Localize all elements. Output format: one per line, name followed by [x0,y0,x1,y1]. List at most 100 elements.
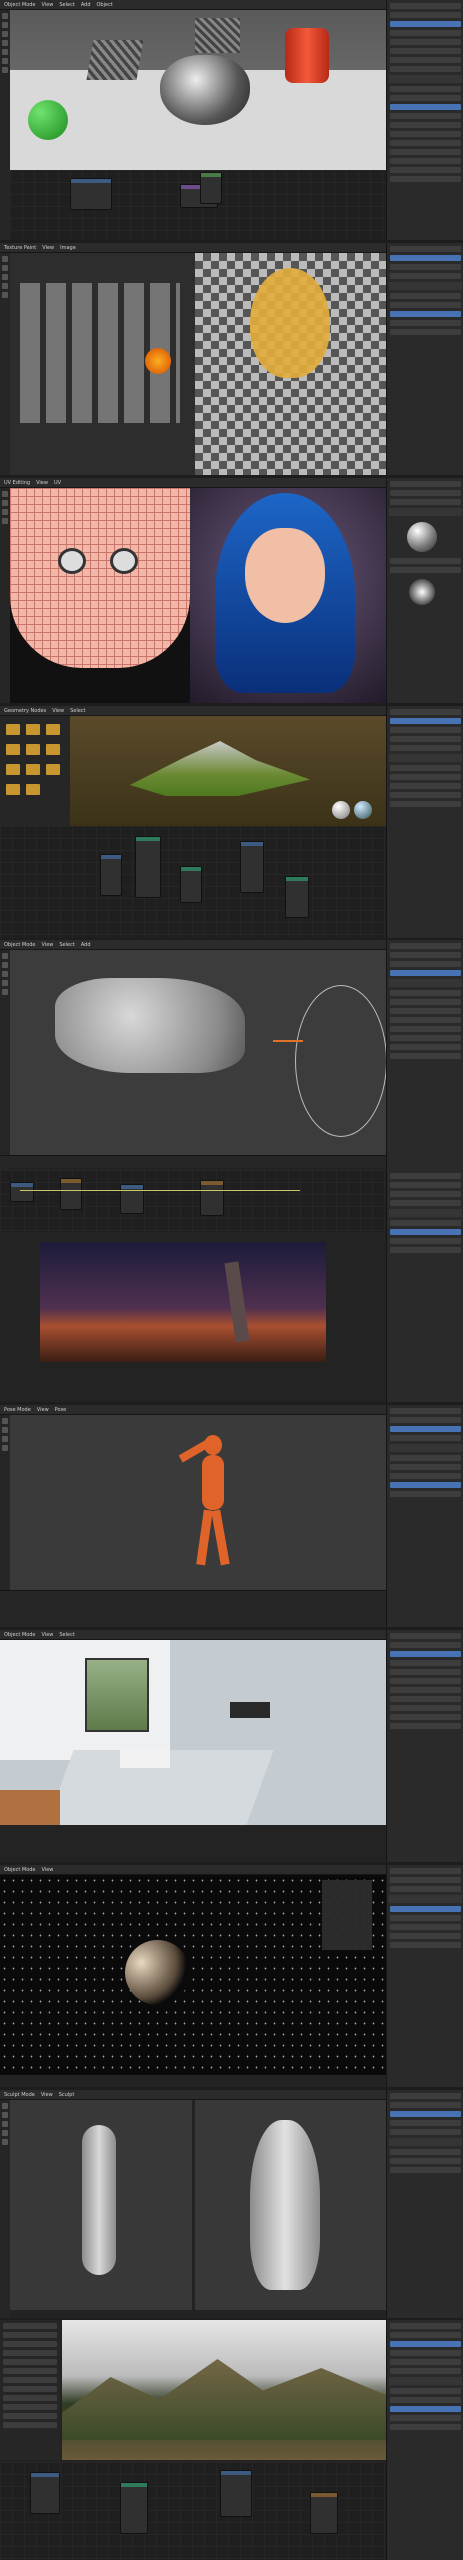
moon [125,1940,190,2005]
panel-uv-texture: Texture Paint View Image [0,243,463,475]
panel-asteroids: Object Mode View [0,1865,463,2087]
shader-node[interactable] [70,178,112,210]
wood-floor [0,1790,60,1825]
shader-editor[interactable] [10,170,386,240]
viewport-header[interactable]: Object Mode View Select [0,1630,386,1640]
3d-viewport[interactable] [0,1640,386,1825]
eye-right [110,548,138,574]
panel-shading: Object Mode View Select Add Object [0,0,463,240]
orange-paint [145,348,171,374]
comp-node[interactable] [200,1180,224,1216]
cartoon-face [245,528,325,623]
comp-node[interactable] [60,1178,82,1210]
geo-node[interactable] [285,876,309,918]
3d-viewport[interactable] [62,2320,386,2460]
sofa [230,1702,270,1718]
table [120,1750,170,1768]
rig-leg [211,1509,230,1566]
terrain-mesh [130,741,310,796]
geo-node[interactable] [100,854,122,896]
viewport-header[interactable]: Object Mode View Select Add [0,940,386,950]
panel-interior: Object Mode View Select [0,1630,463,1862]
node-editor[interactable] [0,2462,386,2560]
geometry-node-editor[interactable] [0,826,386,938]
3d-viewport-left[interactable] [10,2100,192,2310]
color-wheel[interactable] [409,579,435,605]
tool-strip[interactable] [0,10,10,240]
mountain-range [62,2359,386,2440]
red-cylinder [285,28,329,83]
panel-scifi [0,1170,463,1402]
outliner-properties[interactable] [386,0,463,240]
rig-leg [196,1509,213,1566]
properties-panel[interactable] [386,940,463,1170]
3d-viewport[interactable] [190,488,386,703]
3d-viewport[interactable] [70,716,386,826]
3d-viewport[interactable] [0,1875,386,2075]
tool-strip[interactable] [0,950,10,1170]
3d-viewport[interactable] [10,950,386,1155]
3d-viewport[interactable] [195,253,386,475]
viewport-header[interactable]: Texture Paint View Image [0,243,386,253]
viewport-header[interactable]: Object Mode View [0,1865,386,1875]
outliner[interactable] [0,2320,60,2460]
checker-chair [86,40,144,80]
properties-panel[interactable] [386,2090,463,2318]
properties-panel[interactable] [386,1630,463,1862]
tool-strip[interactable] [0,488,10,703]
material-preview-sphere [407,522,437,552]
asset-browser[interactable] [0,716,70,826]
n-panel[interactable] [322,1880,372,1950]
cloth-pillow [55,978,245,1073]
panel-rigging: Pose Mode View Pose [0,1405,463,1627]
tool-strip[interactable] [0,253,10,475]
viewport-header[interactable]: Sculpt Mode View Sculpt [0,2090,386,2100]
checker-chair-2 [195,18,240,53]
viewport-header[interactable]: UV Editing View UV [0,478,386,488]
head-sculpt [250,2120,320,2290]
panel-landscape [0,2320,463,2560]
3d-viewport[interactable] [10,1415,386,1590]
move-gizmo-arrow[interactable] [273,1040,303,1042]
properties-panel[interactable] [386,1170,463,1402]
rotate-gizmo-circle[interactable] [295,985,386,1137]
viewport-header[interactable]: Object Mode View Select Add Object [0,0,386,10]
geo-node[interactable] [180,866,202,903]
comp-node[interactable] [120,1184,144,1214]
green-sphere [28,100,68,140]
viewport-header[interactable]: Geometry Nodes View Select [0,706,386,716]
panel-cloth: Object Mode View Select Add [0,940,463,1170]
3d-viewport-right[interactable] [195,2100,386,2310]
properties-panel[interactable] [386,1405,463,1627]
comp-node[interactable] [10,1182,34,1202]
rock-spire [224,1261,250,1343]
geo-node[interactable] [135,836,161,898]
window [85,1658,149,1732]
panel-anatomy: Sculpt Mode View Sculpt [0,2090,463,2318]
tool-strip[interactable] [0,2100,10,2318]
preview-sphere [332,801,350,819]
uv-image-editor[interactable] [10,253,195,475]
body-sculpt [82,2125,116,2275]
properties-panel[interactable] [386,1865,463,2087]
properties-panel[interactable] [386,478,463,703]
node[interactable] [120,2482,148,2534]
eye-left [58,548,86,574]
viewport-header[interactable]: Pose Mode View Pose [0,1405,386,1415]
node[interactable] [30,2472,60,2514]
properties-panel[interactable] [386,243,463,475]
properties-panel[interactable] [386,706,463,938]
timeline[interactable] [0,1590,386,1627]
compositor-node-editor[interactable] [0,1170,386,1232]
render-viewport[interactable] [40,1242,326,1362]
timeline[interactable] [0,1155,386,1168]
uv-face-editor[interactable] [10,488,190,703]
shader-node[interactable] [200,172,222,204]
3d-viewport[interactable] [10,10,386,170]
properties-panel[interactable] [386,2320,463,2560]
node[interactable] [220,2470,252,2517]
preview-sphere-2 [354,801,372,819]
node[interactable] [310,2492,338,2534]
panel-terrain: Geometry Nodes View Select [0,706,463,938]
geo-node[interactable] [240,841,264,893]
